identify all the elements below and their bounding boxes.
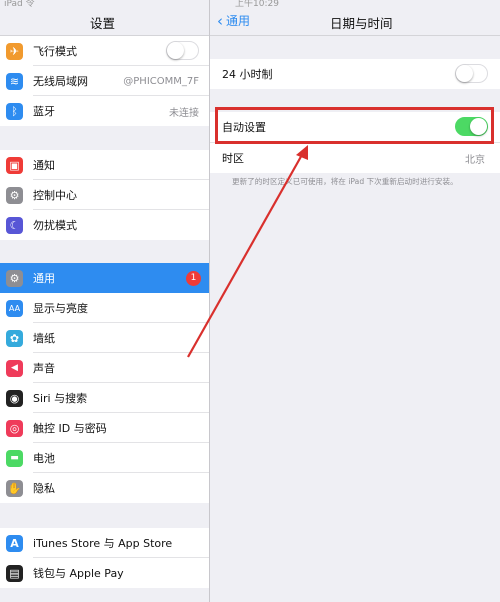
annotation-arrow xyxy=(187,145,308,358)
